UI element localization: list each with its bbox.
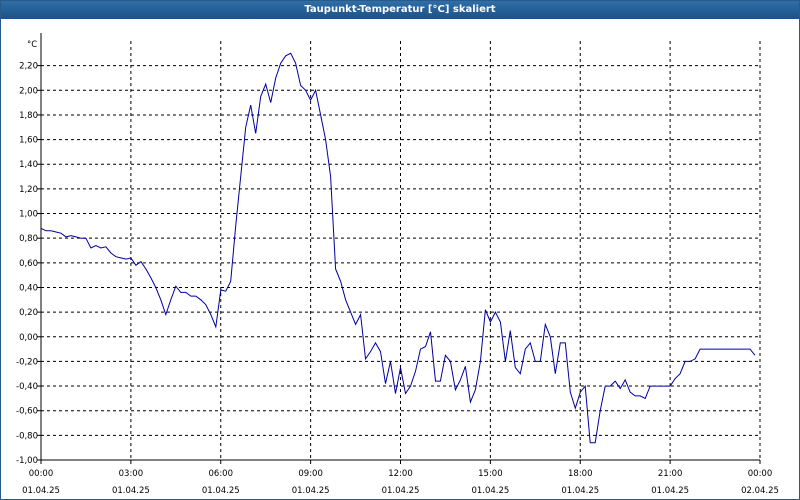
y-axis-unit-label: °C <box>27 40 37 50</box>
x-tick-time-label: 09:00 <box>298 469 323 479</box>
x-tick-time-label: 15:00 <box>478 469 503 479</box>
x-tick-date-label: 01.04.25 <box>202 486 240 496</box>
x-tick-date-label: 01.04.25 <box>651 486 689 496</box>
y-tick-label: 0,00 <box>19 333 38 343</box>
y-tick-label: 0,60 <box>19 259 38 269</box>
y-tick-label: 1,20 <box>19 185 38 195</box>
y-tick-label: -0,40 <box>16 382 38 392</box>
y-tick-label: 0,20 <box>19 308 38 318</box>
y-tick-label: -0,20 <box>16 357 38 367</box>
x-tick-date-label: 01.04.25 <box>382 486 420 496</box>
x-tick-time-label: 12:00 <box>388 469 413 479</box>
chart-window: Taupunkt-Temperatur [°C] skaliert -1,00-… <box>0 0 800 500</box>
x-tick-time-label: 21:00 <box>658 469 683 479</box>
y-tick-label: 2,20 <box>19 62 38 72</box>
y-tick-label: -0,80 <box>16 431 38 441</box>
x-tick-date-label: 01.04.25 <box>561 486 599 496</box>
y-tick-label: 0,40 <box>19 283 38 293</box>
y-tick-label: 1,40 <box>19 160 38 170</box>
x-tick-time-label: 03:00 <box>119 469 144 479</box>
dewpoint-chart: -1,00 -0,80 -0,60 -0,40 -0,20 0,00 0,20 0,40 0,6… <box>16 33 779 496</box>
x-tick-time-label: 00:00 <box>29 469 54 479</box>
x-axis-ticks: 00:00 01.04.25 03:00 01.04.25 06:00 01.04.25 0… <box>22 460 779 496</box>
window-title: Taupunkt-Temperatur [°C] skaliert <box>1 1 799 19</box>
y-tick-label: 0,80 <box>19 234 38 244</box>
x-tick-date-label: 02.04.25 <box>741 486 779 496</box>
x-tick-time-label: 06:00 <box>209 469 234 479</box>
grid <box>40 41 761 461</box>
y-tick-label: 1,80 <box>19 111 38 121</box>
x-tick-date-label: 01.04.25 <box>292 486 330 496</box>
y-tick-label: -0,60 <box>16 407 38 417</box>
y-tick-label: 2,00 <box>19 86 38 96</box>
y-tick-label: -1,00 <box>16 456 38 466</box>
y-tick-label: 1,00 <box>19 210 38 220</box>
y-tick-label: 1,60 <box>19 136 38 146</box>
x-tick-date-label: 01.04.25 <box>112 486 150 496</box>
x-tick-date-label: 01.04.25 <box>471 486 509 496</box>
x-tick-date-label: 01.04.25 <box>22 486 60 496</box>
y-axis-ticks: -1,00 -0,80 -0,60 -0,40 -0,20 0,00 0,20 0,40 0,6… <box>16 62 41 466</box>
x-tick-time-label: 18:00 <box>568 469 593 479</box>
dewpoint-series-line <box>40 52 756 444</box>
x-tick-time-label: 00:00 <box>748 469 773 479</box>
